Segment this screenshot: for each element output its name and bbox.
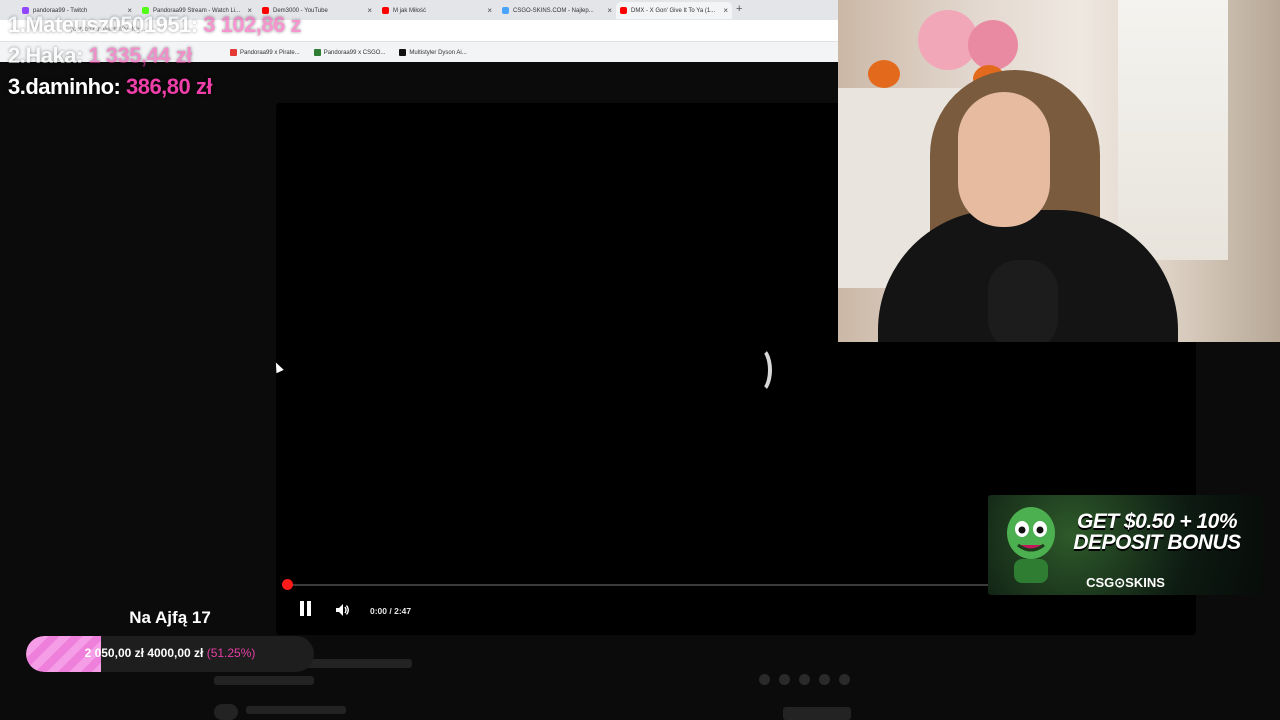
skeleton-button xyxy=(783,707,851,720)
window xyxy=(1118,0,1228,260)
leaderboard-row: 3.daminho: 386,80 zł xyxy=(8,71,301,102)
ad-headline-line: GET $0.50 + 10% xyxy=(1076,510,1238,533)
streamer-face xyxy=(958,92,1050,227)
donor-amount: 3 102,86 z xyxy=(203,12,301,37)
bookmark-icon xyxy=(313,49,321,56)
ad-headline: GET $0.50 + 10% DEPOSIT BONUS xyxy=(1054,511,1260,553)
new-tab-button[interactable]: + xyxy=(736,3,742,15)
leaderboard-row: 1.Mateusz0501951: 3 102,86 z xyxy=(8,9,301,40)
skeleton-dot xyxy=(819,674,830,685)
donor-amount: 386,80 zł xyxy=(125,74,213,99)
bookmark-label: Multistyler Dyson Ai... xyxy=(409,49,467,56)
donation-goal-bar: 2 050,00 zł 4000,00 zł (51.25%) xyxy=(26,636,314,672)
close-icon[interactable]: × xyxy=(723,6,728,15)
skeleton-dot xyxy=(839,674,850,685)
skeleton-line xyxy=(214,676,314,685)
youtube-icon xyxy=(382,7,389,14)
tab-youtube-video[interactable]: M jak Miłość × xyxy=(378,2,496,19)
webcam-feed xyxy=(838,0,1280,342)
donation-leaderboard: 1.Mateusz0501951: 3 102,86 z 2.Haka: 1 3… xyxy=(8,9,301,102)
tab-dmx-active[interactable]: DMX - X Gon' Give It To Ya (1... × xyxy=(616,2,732,19)
goal-target: 4000,00 zł xyxy=(147,646,204,660)
goal-current: 2 050,00 zł xyxy=(84,646,144,660)
skeleton-dot xyxy=(799,674,810,685)
donor-name: 2.Haka: xyxy=(8,43,83,68)
donor-name: 3.daminho: xyxy=(8,74,121,99)
close-icon[interactable]: × xyxy=(487,6,492,15)
sponsor-ad-banner: GET $0.50 + 10% DEPOSIT BONUS CSG⊙SKINS xyxy=(988,495,1263,595)
pumpkin-decoration xyxy=(868,60,900,88)
bookmark-icon xyxy=(399,49,407,56)
youtube-icon xyxy=(620,7,627,14)
time-display: 0:00 / 2:47 xyxy=(370,606,412,616)
tab-label: CSGO-SKINS.COM - Najlep... xyxy=(513,7,594,14)
skeleton-dot xyxy=(759,674,770,685)
tab-label: DMX - X Gon' Give It To Ya (1... xyxy=(631,7,716,14)
bookmark-label: Pandoraa99 x CSGO... xyxy=(323,49,386,56)
ad-headline-line: DEPOSIT BONUS xyxy=(1073,531,1241,554)
skeleton-line xyxy=(246,706,346,714)
mascot-icon xyxy=(1007,507,1055,583)
skeleton-avatar xyxy=(214,704,238,720)
skeleton-dot xyxy=(779,674,790,685)
microphone xyxy=(988,260,1058,342)
pause-button[interactable] xyxy=(298,601,312,617)
bookmark-dyson[interactable]: Multistyler Dyson Ai... xyxy=(399,49,467,56)
goal-text: 2 050,00 zł 4000,00 zł (51.25%) xyxy=(26,646,314,660)
close-icon[interactable]: × xyxy=(607,6,612,15)
progress-scrubber[interactable] xyxy=(282,579,293,590)
goal-title: Na Ajfą 17 xyxy=(129,608,211,627)
close-icon[interactable]: × xyxy=(367,6,372,15)
bookmark-csgo[interactable]: Pandoraa99 x CSGO... xyxy=(313,49,386,56)
leaderboard-row: 2.Haka: 1 335,44 zł xyxy=(8,40,301,71)
ad-brand-logo: CSG⊙SKINS xyxy=(1086,575,1165,590)
csgo-skins-icon xyxy=(502,7,509,14)
volume-icon xyxy=(336,604,349,616)
donor-amount: 1 335,44 zł xyxy=(88,43,192,68)
tab-csgo-skins[interactable]: CSGO-SKINS.COM - Najlep... × xyxy=(498,2,616,19)
plush-toy xyxy=(968,20,1018,70)
tab-label: M jak Miłość xyxy=(393,7,427,14)
volume-button[interactable] xyxy=(336,604,350,616)
loading-spinner-icon xyxy=(746,346,772,394)
donor-name: 1.Mateusz0501951: xyxy=(8,12,198,37)
goal-percent: (51.25%) xyxy=(206,646,256,660)
progress-bar[interactable] xyxy=(288,584,988,586)
